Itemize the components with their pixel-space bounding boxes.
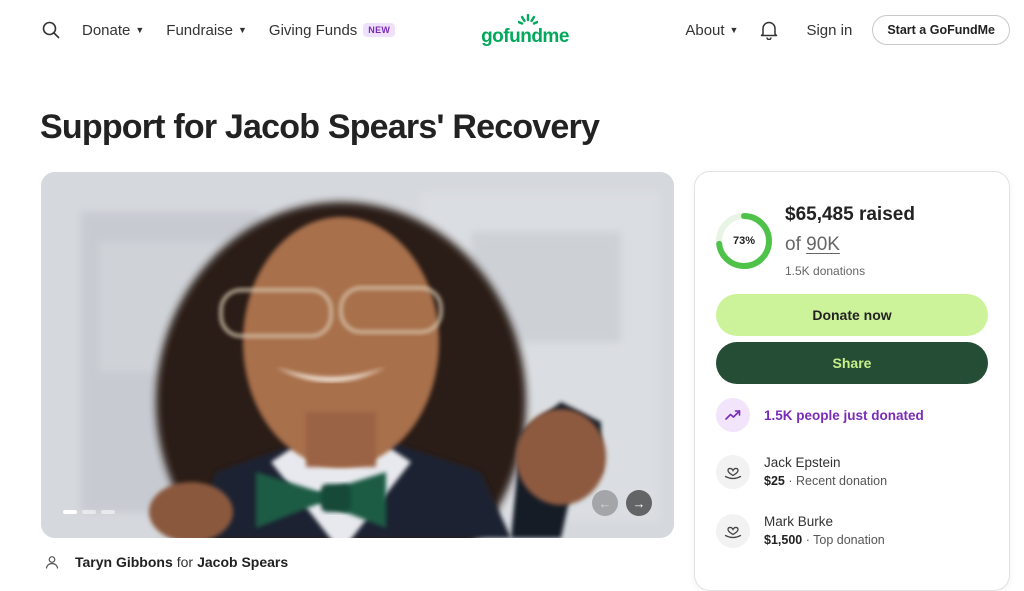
- chevron-down-icon: ▼: [238, 25, 247, 35]
- nav-giving-funds-label: Giving Funds: [268, 21, 358, 39]
- start-gofundme-button[interactable]: Start a GoFundMe: [872, 15, 1010, 45]
- organizer-name[interactable]: Taryn Gibbons: [75, 554, 173, 570]
- nav-donate-menu[interactable]: Donate ▼: [82, 22, 144, 39]
- carousel-prev-button[interactable]: ←: [592, 490, 618, 516]
- carousel-dot[interactable]: [101, 510, 115, 514]
- beneficiary-name[interactable]: Jacob Spears: [197, 554, 288, 570]
- bell-icon[interactable]: [758, 19, 780, 41]
- heart-hand-icon: [716, 514, 750, 548]
- new-badge: NEW: [363, 23, 396, 37]
- chevron-down-icon: ▼: [135, 25, 145, 35]
- donor-meta: $1,500 · Top donation: [764, 531, 885, 549]
- progress-percent: 73%: [732, 235, 756, 247]
- carousel-dot[interactable]: [82, 510, 96, 514]
- top-nav: Donate ▼ Fundraise ▼ Giving Funds NEW go…: [0, 0, 1024, 60]
- sign-in-link[interactable]: Sign in: [806, 22, 852, 39]
- trend-text: 1.5K people just donated: [764, 407, 924, 423]
- nav-donate-label: Donate: [82, 21, 131, 39]
- donation-trend: 1.5K people just donated: [716, 398, 924, 432]
- donor-item: Mark Burke $1,500 · Top donation: [716, 512, 885, 550]
- page-title: Support for Jacob Spears' Recovery: [40, 108, 600, 146]
- trending-up-icon: [716, 398, 750, 432]
- goal-value[interactable]: 90K: [806, 234, 840, 255]
- donations-count: 1.5K donations: [785, 264, 866, 278]
- donate-now-button[interactable]: Donate now: [716, 294, 988, 336]
- donor-item: Jack Epstein $25 · Recent donation: [716, 453, 887, 491]
- donor-name: Mark Burke: [764, 514, 834, 529]
- donor-meta: $25 · Recent donation: [764, 472, 887, 490]
- campaign-photo: [41, 172, 674, 538]
- donor-amount: $1,500: [764, 533, 803, 547]
- donor-name: Jack Epstein: [764, 455, 841, 470]
- sign-in-label: Sign in: [806, 21, 853, 39]
- organizer-for: for: [176, 554, 194, 570]
- user-icon: [42, 552, 62, 572]
- nav-about-label: About: [685, 21, 725, 39]
- heart-hand-icon: [716, 455, 750, 489]
- logo-text: gofundme: [481, 26, 569, 47]
- goal-amount: of 90K: [785, 234, 840, 256]
- arrow-left-icon: ←: [598, 495, 612, 511]
- carousel-dot[interactable]: [63, 510, 77, 514]
- share-button[interactable]: Share: [716, 342, 988, 384]
- nav-right: About ▼ Sign in Start a GoFundMe: [685, 14, 1010, 46]
- gofundme-logo[interactable]: gofundme: [478, 14, 572, 46]
- donation-sidebar-card: 73% $65,485 raised of 90K 1.5K donations…: [694, 171, 1010, 591]
- nav-giving-funds-link[interactable]: Giving Funds NEW: [268, 21, 396, 39]
- donor-details: Jack Epstein $25 · Recent donation: [764, 454, 887, 490]
- carousel-dots: [63, 510, 115, 514]
- donor-note: · Recent donation: [788, 474, 888, 488]
- goal-prefix: of: [785, 234, 801, 255]
- nav-fundraise-label: Fundraise: [166, 21, 233, 39]
- search-icon[interactable]: [40, 19, 62, 41]
- nav-fundraise-menu[interactable]: Fundraise ▼: [166, 22, 247, 39]
- campaign-photo-carousel[interactable]: ← →: [41, 172, 674, 538]
- logo-sun-icon: [518, 14, 538, 25]
- carousel-next-button[interactable]: →: [626, 490, 652, 516]
- donor-amount: $25: [764, 474, 785, 488]
- chevron-down-icon: ▼: [729, 25, 739, 35]
- amount-raised: $65,485 raised: [785, 204, 915, 225]
- arrow-right-icon: →: [632, 495, 646, 511]
- organizer-line: Taryn Gibbons for Jacob Spears: [42, 551, 288, 573]
- nav-left: Donate ▼ Fundraise ▼ Giving Funds NEW: [40, 17, 417, 43]
- donor-details: Mark Burke $1,500 · Top donation: [764, 513, 885, 549]
- nav-about-menu[interactable]: About ▼: [685, 22, 738, 39]
- donor-note: · Top donation: [805, 533, 885, 547]
